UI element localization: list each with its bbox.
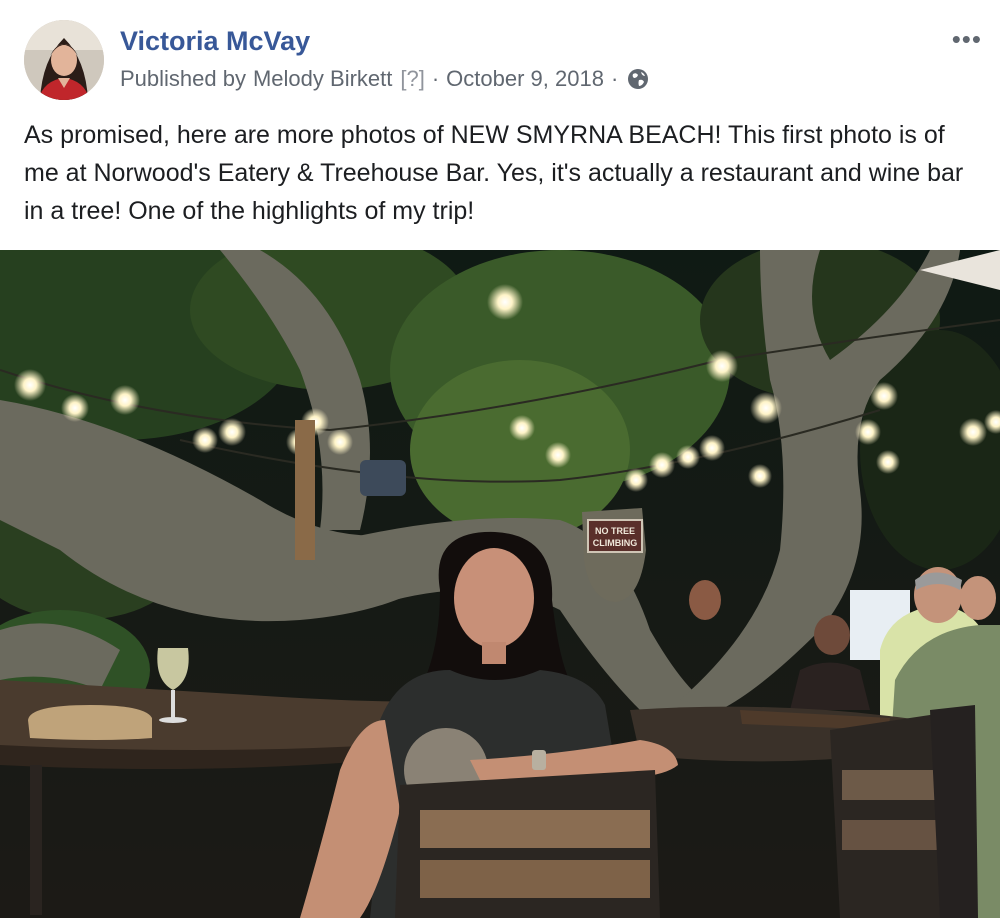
more-options-icon[interactable]: ••• (952, 24, 982, 55)
meta-separator: · (610, 66, 619, 91)
wooden-post (295, 420, 315, 560)
lamp (360, 460, 406, 496)
globe-icon[interactable] (627, 68, 649, 90)
post-photo[interactable]: NO TREE CLIMBING (0, 250, 1000, 918)
post-header: Victoria McVay Published by Melody Birke… (0, 0, 1000, 110)
post-date[interactable]: October 9, 2018 (446, 66, 604, 92)
publisher-name[interactable]: Melody Birkett (253, 66, 392, 92)
sign-line-2: CLIMBING (593, 538, 638, 548)
author-avatar[interactable] (24, 20, 104, 100)
facebook-post: Victoria McVay Published by Melody Birke… (0, 0, 1000, 918)
published-by-label: Published by (120, 66, 246, 91)
post-meta: Published by Melody Birkett [?] · Octobe… (120, 66, 649, 92)
sign-line-1: NO TREE (595, 526, 635, 536)
post-text: As promised, here are more photos of NEW… (24, 121, 964, 225)
publisher-help-link[interactable]: [?] (400, 66, 424, 92)
author-name[interactable]: Victoria McVay (120, 26, 310, 57)
clutch-bag (28, 705, 152, 740)
meta-separator: · (431, 66, 440, 91)
